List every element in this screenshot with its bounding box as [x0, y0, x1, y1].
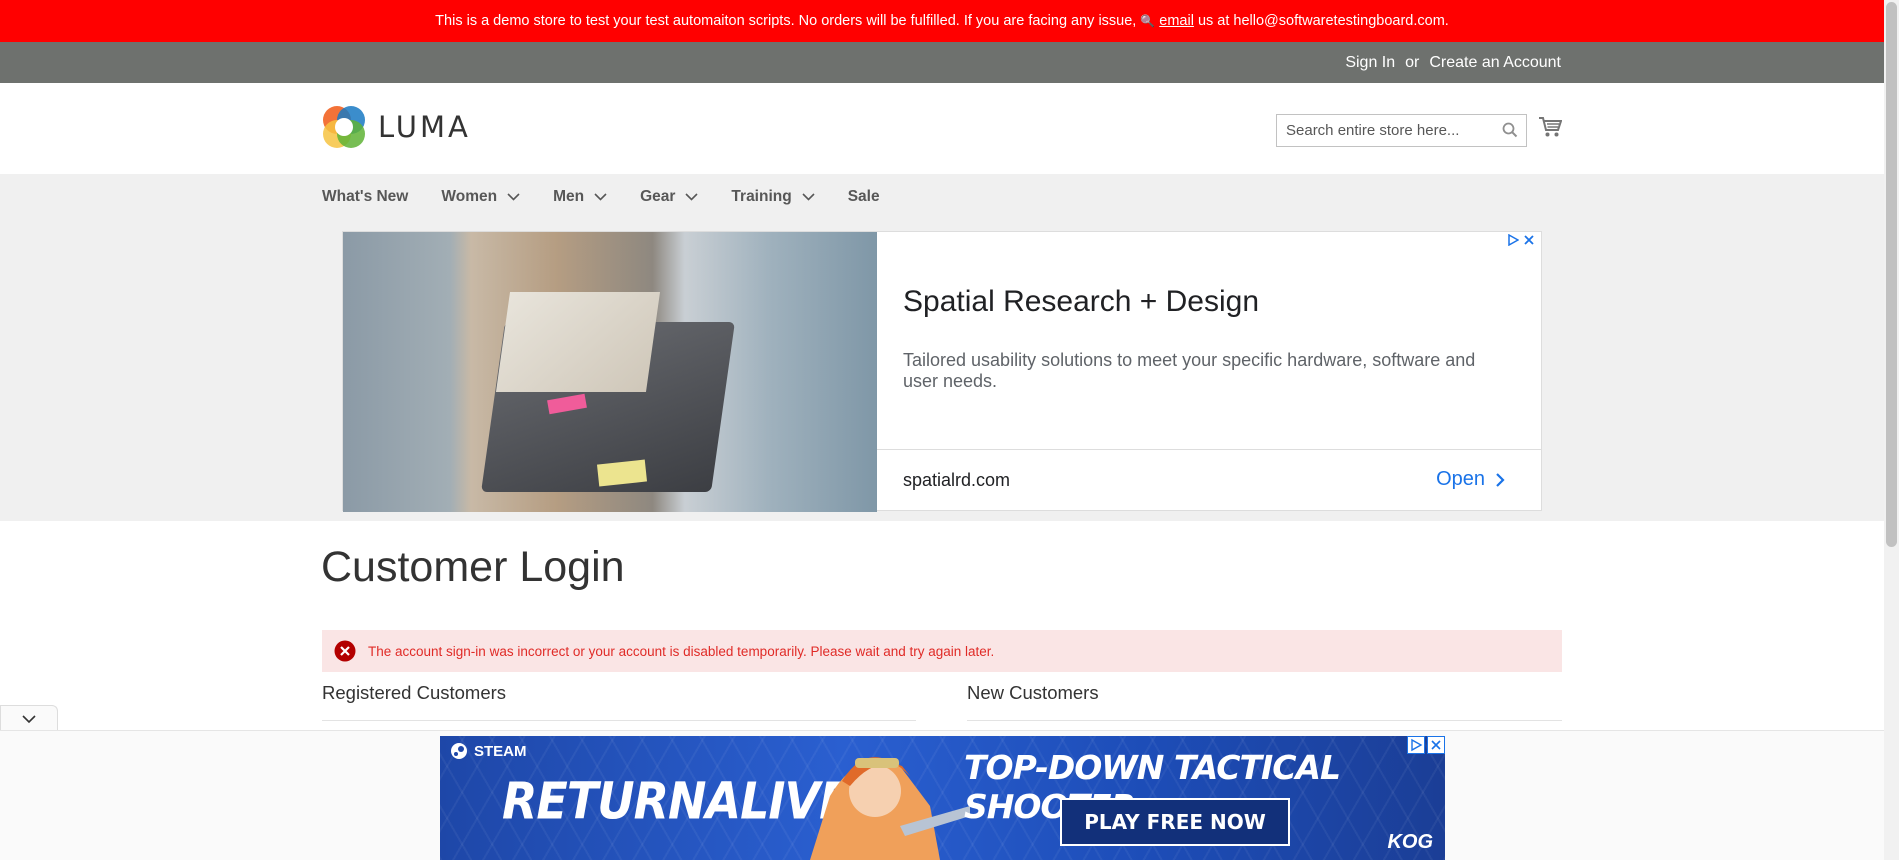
demo-notice-banner: This is a demo store to test your test a…: [0, 0, 1884, 42]
nav-item-label: What's New: [322, 188, 409, 205]
steam-brand: STEAM: [450, 742, 527, 760]
new-customers-title: New Customers: [967, 682, 1099, 703]
nav-item-women[interactable]: Women: [441, 188, 520, 206]
game-ad-banner[interactable]: STEAM RETURNALIVE TOP-DOWN TACTICAL SHOO…: [440, 736, 1445, 860]
nav-item-label: Sale: [847, 188, 880, 205]
demo-notice-text: This is a demo store to test your test a…: [435, 13, 1137, 29]
nav-item-sale[interactable]: Sale: [848, 188, 880, 206]
scrollbar-thumb[interactable]: [1886, 2, 1897, 547]
sign-in-link[interactable]: Sign In: [1345, 54, 1395, 72]
nav-item-label: Men: [553, 188, 585, 205]
page-title: Customer Login: [321, 543, 625, 591]
logo-text: LUMA: [378, 110, 471, 144]
nav-item-what-s-new[interactable]: What's New: [322, 188, 408, 206]
error-icon: [334, 640, 356, 662]
ad-choices-icon[interactable]: [1407, 736, 1425, 754]
page-scrollbar[interactable]: [1884, 0, 1899, 860]
steam-icon: [451, 743, 467, 759]
error-text: The account sign-in was incorrect or you…: [368, 643, 995, 659]
ad-headline[interactable]: Spatial Research + Design: [903, 285, 1259, 319]
header-content: LUMA: [0, 83, 1884, 174]
nav-item-label: Gear: [640, 188, 676, 205]
luma-logo-icon: [323, 106, 365, 148]
nav-menu: What's New Women Men Gear Training Sale: [322, 188, 913, 206]
chevron-down-icon: [594, 193, 607, 201]
nav-item-label: Women: [441, 188, 498, 205]
create-account-link[interactable]: Create an Account: [1429, 54, 1561, 72]
chevron-down-icon: [802, 193, 815, 201]
chevron-down-icon: [507, 193, 520, 201]
ad-close-icon[interactable]: [1427, 736, 1445, 754]
magnifier-icon: 🔍: [1140, 14, 1156, 28]
ad-close-icon[interactable]: [1523, 234, 1535, 246]
registered-divider: [322, 720, 916, 721]
play-free-button[interactable]: PLAY FREE NOW: [1060, 798, 1290, 846]
header-links: Sign In or Create an Account: [1345, 54, 1561, 72]
ad-image[interactable]: [343, 232, 877, 512]
search-box: [1276, 114, 1527, 147]
display-ad[interactable]: Spatial Research + Design Tailored usabi…: [342, 231, 1542, 512]
publisher-logo: KOG: [1387, 831, 1433, 853]
search-input[interactable]: [1277, 115, 1487, 146]
store-logo[interactable]: LUMA: [322, 105, 471, 149]
ad-choices-icon[interactable]: [1507, 234, 1519, 246]
registered-customers-title: Registered Customers: [322, 682, 507, 703]
nav-item-training[interactable]: Training: [731, 188, 815, 206]
game-ad-controls[interactable]: [1407, 736, 1445, 754]
error-message: The account sign-in was incorrect or you…: [322, 630, 1562, 672]
search-icon[interactable]: [1502, 122, 1518, 143]
ad-choices[interactable]: [1507, 234, 1535, 246]
sticky-ad-toggle[interactable]: [0, 705, 58, 732]
ad-domain[interactable]: spatialrd.com: [903, 470, 1010, 491]
or-separator: or: [1405, 54, 1420, 71]
chevron-down-icon: [22, 715, 36, 724]
ad-open-label: Open: [1436, 468, 1485, 490]
ad-description: Tailored usability solutions to meet you…: [903, 350, 1476, 391]
chevron-down-icon: [685, 193, 698, 201]
cart-icon[interactable]: [1538, 116, 1563, 143]
nav-item-gear[interactable]: Gear: [640, 188, 698, 206]
game-hero-image: [810, 757, 970, 860]
steam-label: STEAM: [474, 742, 527, 760]
email-link[interactable]: email: [1159, 13, 1194, 29]
ad-footer: spatialrd.com Open: [877, 449, 1541, 511]
nav-item-men[interactable]: Men: [553, 188, 607, 206]
new-customers-divider: [967, 720, 1562, 721]
ad-open-button[interactable]: Open: [1436, 468, 1505, 491]
demo-notice-text-after: us at hello@softwaretestingboard.com.: [1197, 13, 1449, 29]
panel-header: Sign In or Create an Account: [0, 42, 1884, 83]
nav-item-label: Training: [731, 188, 792, 205]
chevron-right-icon: [1496, 472, 1505, 487]
